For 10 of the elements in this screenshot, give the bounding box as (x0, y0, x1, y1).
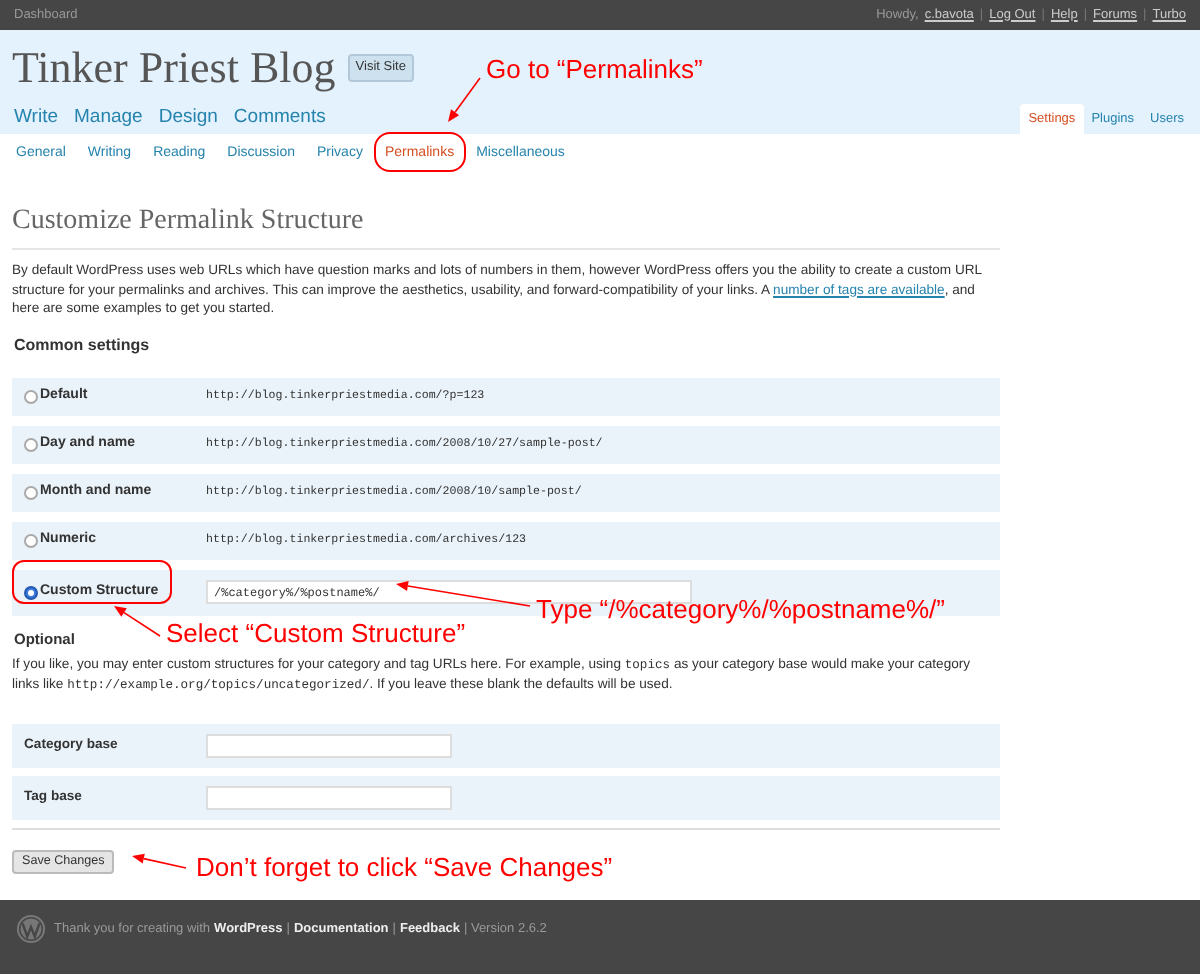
annotation-text: Don’t forget to click “Save Changes” (196, 852, 613, 884)
site-title: Tinker Priest Blog (12, 44, 336, 92)
annotation-text: Select “Custom Structure” (166, 618, 466, 650)
page-heading: Customize Permalink Structure (12, 204, 366, 240)
nav-link[interactable]: Manage (74, 104, 143, 133)
nav-link[interactable]: Comments (233, 104, 326, 133)
nav-link[interactable]: Design (158, 104, 218, 133)
section-heading: Common settings (14, 333, 152, 357)
annotation-text: Go to “Permalinks” (486, 54, 703, 86)
nav-link[interactable]: Write (14, 104, 58, 133)
